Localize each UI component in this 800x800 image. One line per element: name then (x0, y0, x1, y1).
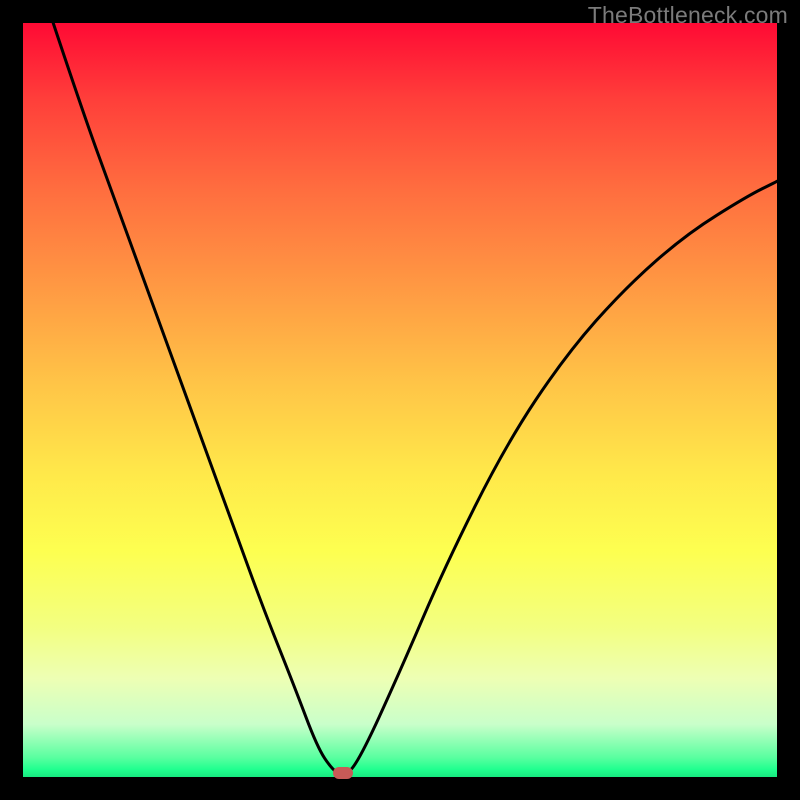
watermark-text: TheBottleneck.com (588, 2, 788, 29)
bottleneck-curve (23, 23, 777, 777)
plot-area (23, 23, 777, 777)
optimal-point-marker (333, 767, 353, 779)
chart-frame: TheBottleneck.com (0, 0, 800, 800)
